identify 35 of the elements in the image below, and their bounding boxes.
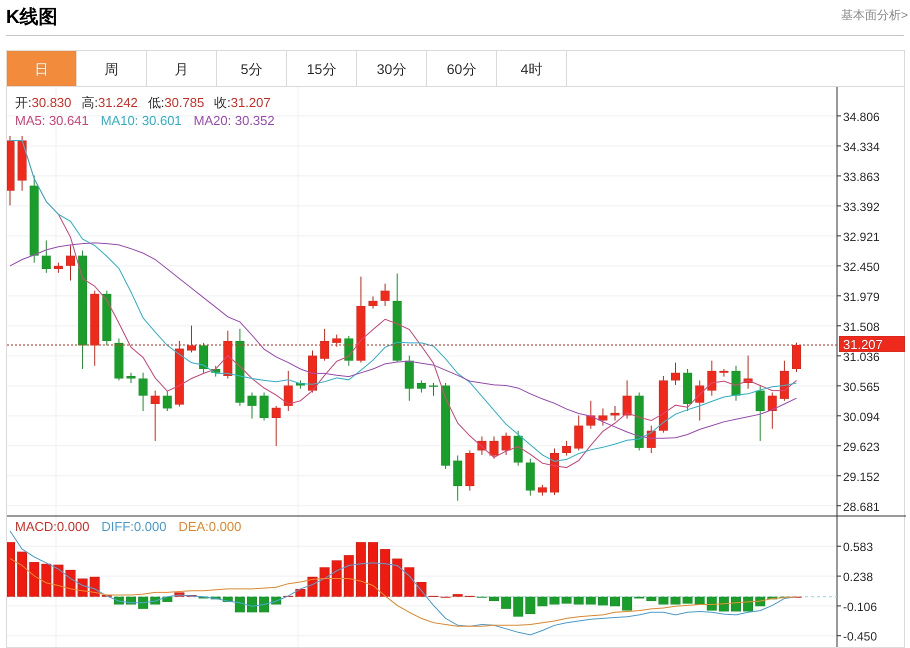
last-price-tag: 31.207 <box>839 336 905 352</box>
price-axis-label: 31.979 <box>843 290 880 304</box>
macd-axis-label: -0.106 <box>843 600 878 614</box>
price-axis-label: 32.921 <box>843 230 880 244</box>
price-axis-label: 31.036 <box>843 350 880 364</box>
price-axis-label: 30.565 <box>843 380 880 394</box>
price-axis-label: 32.450 <box>843 260 880 274</box>
price-axis-label: 29.623 <box>843 440 880 454</box>
ohlc-label: 低: <box>148 94 164 112</box>
price-axis-label: 34.334 <box>843 140 880 154</box>
price-axis-label: 31.508 <box>843 320 880 334</box>
indicator-value: MA20: 30.352 <box>194 112 275 130</box>
price-axis-label: 28.681 <box>843 500 880 514</box>
indicator-value: MA10: 30.601 <box>100 112 182 130</box>
price-axis-label: 34.806 <box>843 110 880 124</box>
price-axis-label: 33.392 <box>843 200 880 214</box>
macd-axis-label: -0.450 <box>843 630 878 644</box>
ohlc-label: 高: <box>81 94 98 112</box>
ohlc-value: 31.207 <box>230 94 271 112</box>
macd-axis-label: 0.238 <box>843 570 874 584</box>
indicator-value: MA5: 30.641 <box>15 112 89 130</box>
price-axis-label: 30.094 <box>843 410 880 424</box>
ref-line-label: 31.207 <box>843 336 883 352</box>
ohlc-value: 30.830 <box>32 94 72 112</box>
macd-axis-label: 0.583 <box>843 540 874 554</box>
price-axis-label: 33.863 <box>843 170 880 184</box>
indicator-value: DEA:0.000 <box>178 518 242 536</box>
price-axis-label: 29.152 <box>843 470 880 484</box>
page-title: K线图 <box>6 6 58 30</box>
ohlc-value: 30.785 <box>164 94 204 112</box>
indicator-value: MACD:0.000 <box>15 518 90 536</box>
ohlc-value: 31.242 <box>98 94 138 112</box>
indicator-value: DIFF:0.000 <box>101 518 166 536</box>
ohlc-label: 开: <box>15 94 32 112</box>
ohlc-label: 收: <box>214 94 231 112</box>
